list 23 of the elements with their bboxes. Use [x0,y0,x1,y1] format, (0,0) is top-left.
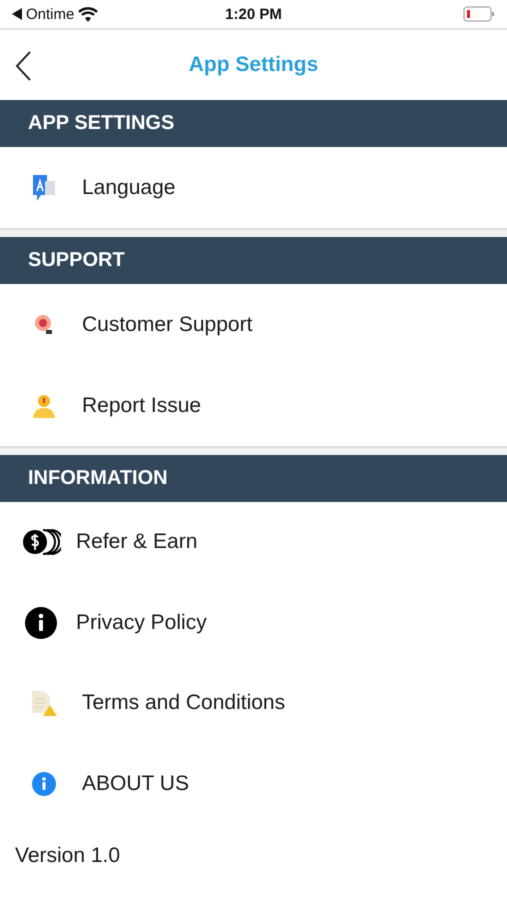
page-title: App Settings [188,53,318,77]
coins-icon [21,528,61,556]
settings-item[interactable]: Language [0,147,507,228]
document-warning-icon [30,689,58,718]
battery-icon [463,6,495,22]
version-text: Version 1.0 [14,843,122,868]
back-arrow-icon [12,8,22,20]
settings-item[interactable]: Refer & Earn [0,502,507,582]
info-icon [25,606,57,639]
settings-item[interactable]: Terms and Conditions [0,663,507,744]
settings-item[interactable]: Customer Support [0,284,507,365]
settings-item[interactable]: Privacy Policy [0,582,507,663]
section-header: SUPPORT [0,237,507,284]
person-icon [31,392,57,418]
settings-item[interactable]: Report Issue [0,365,507,446]
section-header: INFORMATION [0,455,507,502]
settings-item[interactable]: ABOUT US [0,744,507,824]
translate-icon [31,172,57,202]
status-time: 1:20 PM [225,6,282,22]
info-icon [32,772,56,796]
section-header: APP SETTINGS [0,100,507,147]
wifi-icon [78,6,98,22]
back-app-label[interactable]: Ontime [26,6,74,22]
